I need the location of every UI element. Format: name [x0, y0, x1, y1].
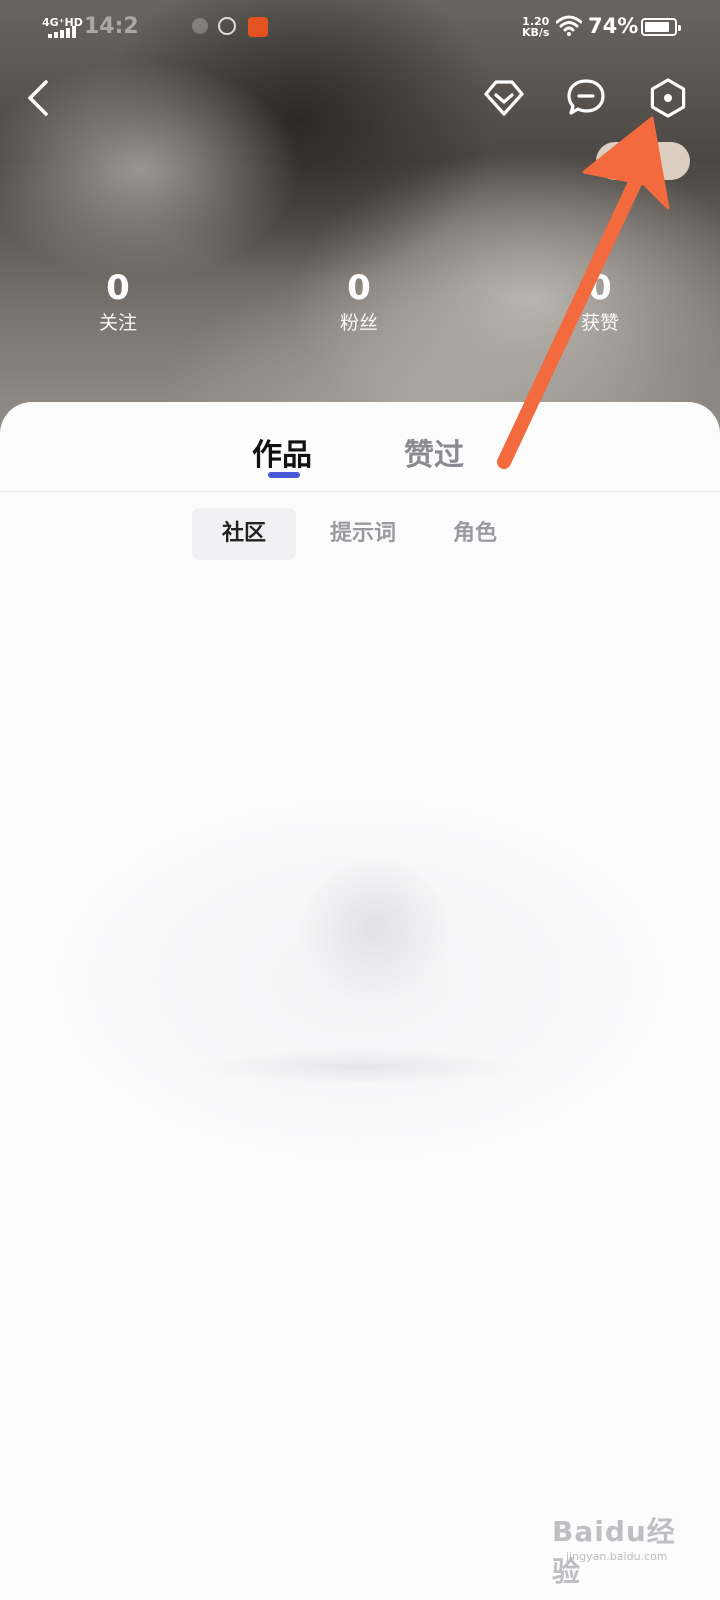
speed-unit: KB/s: [522, 26, 550, 39]
signal-icon: [48, 26, 76, 38]
watermark-logo: Baidu经验 jingyan.baidu.com: [552, 1500, 692, 1588]
subtab-prompts[interactable]: 提示词: [310, 508, 416, 560]
settings-button[interactable]: [644, 74, 692, 122]
stat-label: 关注: [98, 312, 137, 334]
tab-works[interactable]: 作品: [252, 430, 312, 474]
data-saver-icon: [218, 17, 236, 35]
profile-stats: 0 关注 0 粉丝 0 获赞: [0, 268, 720, 348]
network-speed: 1.20 KB/s: [522, 16, 549, 38]
tab-liked[interactable]: 赞过: [404, 430, 464, 474]
profile-cover: [0, 0, 720, 460]
back-button[interactable]: [14, 74, 62, 122]
vip-button[interactable]: [480, 74, 528, 122]
stat-likes[interactable]: 0 获赞: [540, 268, 660, 336]
stat-following[interactable]: 0 关注: [58, 268, 178, 336]
coin-badge[interactable]: [596, 142, 690, 180]
subtab-community[interactable]: 社区: [192, 508, 296, 560]
battery-icon: [641, 18, 681, 36]
notification-icon: [192, 18, 208, 34]
battery-level: 74%: [588, 14, 639, 38]
wifi-icon: [556, 15, 582, 36]
tabs-divider: [0, 491, 720, 492]
chevron-left-icon: [28, 80, 48, 116]
empty-state-text: [200, 1050, 520, 1084]
stat-value: 0: [588, 268, 612, 308]
coin-icon: [634, 152, 652, 170]
subtab-characters[interactable]: 角色: [432, 508, 518, 560]
stat-value: 0: [106, 268, 130, 308]
clock: 14:2: [84, 14, 139, 39]
message-button[interactable]: [562, 74, 610, 122]
stat-value: 0: [347, 268, 371, 308]
stat-followers[interactable]: 0 粉丝: [299, 268, 419, 336]
stat-label: 粉丝: [339, 312, 378, 334]
watermark-url: jingyan.baidu.com: [566, 1550, 668, 1563]
settings-gear-icon: [650, 78, 686, 118]
empty-state-icon: [300, 860, 450, 1010]
app-notification-icon: [248, 17, 268, 37]
diamond-icon: [484, 80, 524, 116]
status-bar: 4G⁺HD 14:2 1.20 KB/s 74%: [0, 0, 720, 56]
stat-label: 获赞: [580, 312, 619, 334]
tab-indicator: [268, 472, 300, 478]
message-icon: [567, 79, 605, 115]
